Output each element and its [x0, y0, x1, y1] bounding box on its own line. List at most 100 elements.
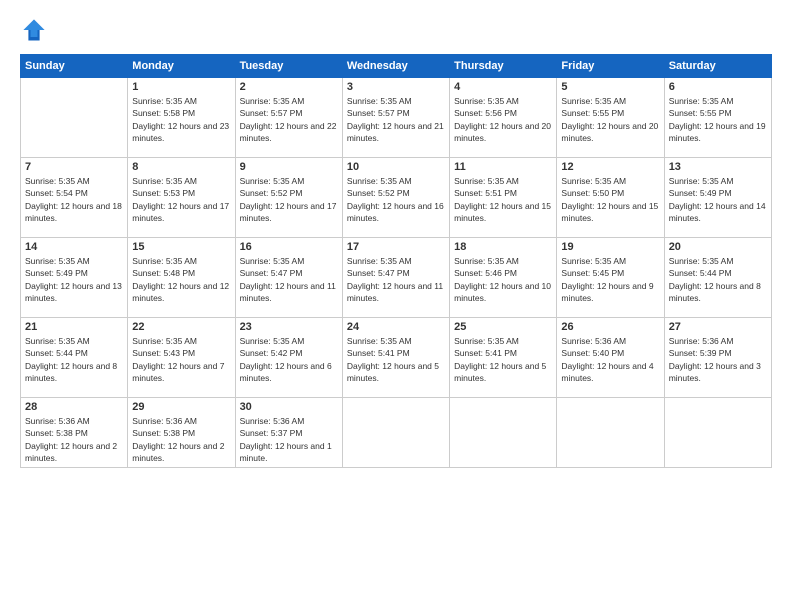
week-row-2: 7 Sunrise: 5:35 AMSunset: 5:54 PMDaylight…: [21, 158, 772, 238]
logo: [20, 16, 52, 44]
calendar-cell: 29 Sunrise: 5:36 AMSunset: 5:38 PMDayligh…: [128, 398, 235, 468]
day-number: 13: [669, 161, 767, 173]
week-row-3: 14 Sunrise: 5:35 AMSunset: 5:49 PMDayligh…: [21, 238, 772, 318]
day-number: 27: [669, 321, 767, 333]
day-info: Sunrise: 5:35 AMSunset: 5:50 PMDaylight:…: [561, 175, 659, 224]
day-number: 1: [132, 81, 230, 93]
day-info: Sunrise: 5:35 AMSunset: 5:52 PMDaylight:…: [347, 175, 445, 224]
calendar-cell: 15 Sunrise: 5:35 AMSunset: 5:48 PMDayligh…: [128, 238, 235, 318]
day-info: Sunrise: 5:35 AMSunset: 5:42 PMDaylight:…: [240, 335, 338, 384]
calendar-cell: [664, 398, 771, 468]
day-info: Sunrise: 5:35 AMSunset: 5:54 PMDaylight:…: [25, 175, 123, 224]
calendar-cell: 8Sunrise: 5:35 AMSunset: 5:53 PMDaylight…: [128, 158, 235, 238]
day-number: 14: [25, 241, 123, 253]
day-info: Sunrise: 5:35 AMSunset: 5:55 PMDaylight:…: [561, 95, 659, 144]
day-info: Sunrise: 5:35 AMSunset: 5:49 PMDaylight:…: [669, 175, 767, 224]
day-info: Sunrise: 5:35 AMSunset: 5:47 PMDaylight:…: [347, 255, 445, 304]
header: [20, 16, 772, 44]
weekday-header-row: SundayMondayTuesdayWednesdayThursdayFrid…: [21, 55, 772, 78]
calendar-cell: 28 Sunrise: 5:36 AMSunset: 5:38 PMDayligh…: [21, 398, 128, 468]
day-number: 17: [347, 241, 445, 253]
day-number: 8: [132, 161, 230, 173]
calendar-cell: 17 Sunrise: 5:35 AMSunset: 5:47 PMDayligh…: [342, 238, 449, 318]
day-info: Sunrise: 5:35 AMSunset: 5:49 PMDaylight:…: [25, 255, 123, 304]
calendar-cell: 24 Sunrise: 5:35 AMSunset: 5:41 PMDayligh…: [342, 318, 449, 398]
calendar-cell: [557, 398, 664, 468]
calendar-cell: 5Sunrise: 5:35 AMSunset: 5:55 PMDaylight…: [557, 78, 664, 158]
day-number: 20: [669, 241, 767, 253]
day-info: Sunrise: 5:35 AMSunset: 5:52 PMDaylight:…: [240, 175, 338, 224]
day-info: Sunrise: 5:35 AMSunset: 5:41 PMDaylight:…: [454, 335, 552, 384]
day-info: Sunrise: 5:35 AMSunset: 5:45 PMDaylight:…: [561, 255, 659, 304]
calendar-cell: [450, 398, 557, 468]
calendar-cell: 20 Sunrise: 5:35 AMSunset: 5:44 PMDayligh…: [664, 238, 771, 318]
day-info: Sunrise: 5:36 AMSunset: 5:37 PMDaylight:…: [240, 415, 338, 464]
day-info: Sunrise: 5:35 AMSunset: 5:44 PMDaylight:…: [669, 255, 767, 304]
day-number: 30: [240, 401, 338, 413]
calendar-page: SundayMondayTuesdayWednesdayThursdayFrid…: [0, 0, 792, 612]
day-number: 12: [561, 161, 659, 173]
calendar-cell: 19Sunrise: 5:35 AMSunset: 5:45 PMDayligh…: [557, 238, 664, 318]
calendar-cell: 10 Sunrise: 5:35 AMSunset: 5:52 PMDayligh…: [342, 158, 449, 238]
calendar-cell: 14 Sunrise: 5:35 AMSunset: 5:49 PMDayligh…: [21, 238, 128, 318]
day-number: 4: [454, 81, 552, 93]
weekday-header-monday: Monday: [128, 55, 235, 78]
calendar-cell: 2 Sunrise: 5:35 AMSunset: 5:57 PMDaylight…: [235, 78, 342, 158]
calendar-cell: 6Sunrise: 5:35 AMSunset: 5:55 PMDaylight…: [664, 78, 771, 158]
day-info: Sunrise: 5:36 AMSunset: 5:40 PMDaylight:…: [561, 335, 659, 384]
day-number: 24: [347, 321, 445, 333]
week-row-5: 28 Sunrise: 5:36 AMSunset: 5:38 PMDayligh…: [21, 398, 772, 468]
day-number: 2: [240, 81, 338, 93]
calendar-cell: 18 Sunrise: 5:35 AMSunset: 5:46 PMDayligh…: [450, 238, 557, 318]
calendar-cell: 26 Sunrise: 5:36 AMSunset: 5:40 PMDayligh…: [557, 318, 664, 398]
day-info: Sunrise: 5:35 AMSunset: 5:57 PMDaylight:…: [240, 95, 338, 144]
calendar-table: SundayMondayTuesdayWednesdayThursdayFrid…: [20, 54, 772, 468]
day-number: 25: [454, 321, 552, 333]
day-info: Sunrise: 5:35 AMSunset: 5:57 PMDaylight:…: [347, 95, 445, 144]
day-number: 21: [25, 321, 123, 333]
day-info: Sunrise: 5:35 AMSunset: 5:43 PMDaylight:…: [132, 335, 230, 384]
calendar-cell: 21 Sunrise: 5:35 AMSunset: 5:44 PMDayligh…: [21, 318, 128, 398]
day-number: 18: [454, 241, 552, 253]
day-number: 22: [132, 321, 230, 333]
day-number: 7: [25, 161, 123, 173]
calendar-cell: 1 Sunrise: 5:35 AMSunset: 5:58 PMDaylight…: [128, 78, 235, 158]
day-info: Sunrise: 5:35 AMSunset: 5:56 PMDaylight:…: [454, 95, 552, 144]
calendar-cell: 16Sunrise: 5:35 AMSunset: 5:47 PMDayligh…: [235, 238, 342, 318]
weekday-header-wednesday: Wednesday: [342, 55, 449, 78]
day-number: 28: [25, 401, 123, 413]
day-number: 23: [240, 321, 338, 333]
calendar-cell: 4 Sunrise: 5:35 AMSunset: 5:56 PMDaylight…: [450, 78, 557, 158]
day-info: Sunrise: 5:35 AMSunset: 5:41 PMDaylight:…: [347, 335, 445, 384]
logo-icon: [20, 16, 48, 44]
calendar-cell: 11Sunrise: 5:35 AMSunset: 5:51 PMDayligh…: [450, 158, 557, 238]
calendar-cell: 23 Sunrise: 5:35 AMSunset: 5:42 PMDayligh…: [235, 318, 342, 398]
day-number: 15: [132, 241, 230, 253]
day-number: 10: [347, 161, 445, 173]
day-info: Sunrise: 5:36 AMSunset: 5:38 PMDaylight:…: [25, 415, 123, 464]
calendar-cell: 27 Sunrise: 5:36 AMSunset: 5:39 PMDayligh…: [664, 318, 771, 398]
calendar-cell: 30 Sunrise: 5:36 AMSunset: 5:37 PMDayligh…: [235, 398, 342, 468]
day-number: 26: [561, 321, 659, 333]
day-info: Sunrise: 5:36 AMSunset: 5:39 PMDaylight:…: [669, 335, 767, 384]
day-info: Sunrise: 5:35 AMSunset: 5:44 PMDaylight:…: [25, 335, 123, 384]
day-number: 9: [240, 161, 338, 173]
day-info: Sunrise: 5:35 AMSunset: 5:46 PMDaylight:…: [454, 255, 552, 304]
week-row-1: 1 Sunrise: 5:35 AMSunset: 5:58 PMDaylight…: [21, 78, 772, 158]
day-info: Sunrise: 5:35 AMSunset: 5:58 PMDaylight:…: [132, 95, 230, 144]
weekday-header-saturday: Saturday: [664, 55, 771, 78]
calendar-cell: [342, 398, 449, 468]
weekday-header-tuesday: Tuesday: [235, 55, 342, 78]
calendar-cell: 22 Sunrise: 5:35 AMSunset: 5:43 PMDayligh…: [128, 318, 235, 398]
weekday-header-sunday: Sunday: [21, 55, 128, 78]
calendar-cell: 12 Sunrise: 5:35 AMSunset: 5:50 PMDayligh…: [557, 158, 664, 238]
calendar-cell: [21, 78, 128, 158]
day-number: 29: [132, 401, 230, 413]
week-row-4: 21 Sunrise: 5:35 AMSunset: 5:44 PMDayligh…: [21, 318, 772, 398]
calendar-cell: 25 Sunrise: 5:35 AMSunset: 5:41 PMDayligh…: [450, 318, 557, 398]
day-number: 16: [240, 241, 338, 253]
weekday-header-friday: Friday: [557, 55, 664, 78]
calendar-cell: 13 Sunrise: 5:35 AMSunset: 5:49 PMDayligh…: [664, 158, 771, 238]
day-info: Sunrise: 5:35 AMSunset: 5:48 PMDaylight:…: [132, 255, 230, 304]
day-info: Sunrise: 5:36 AMSunset: 5:38 PMDaylight:…: [132, 415, 230, 464]
